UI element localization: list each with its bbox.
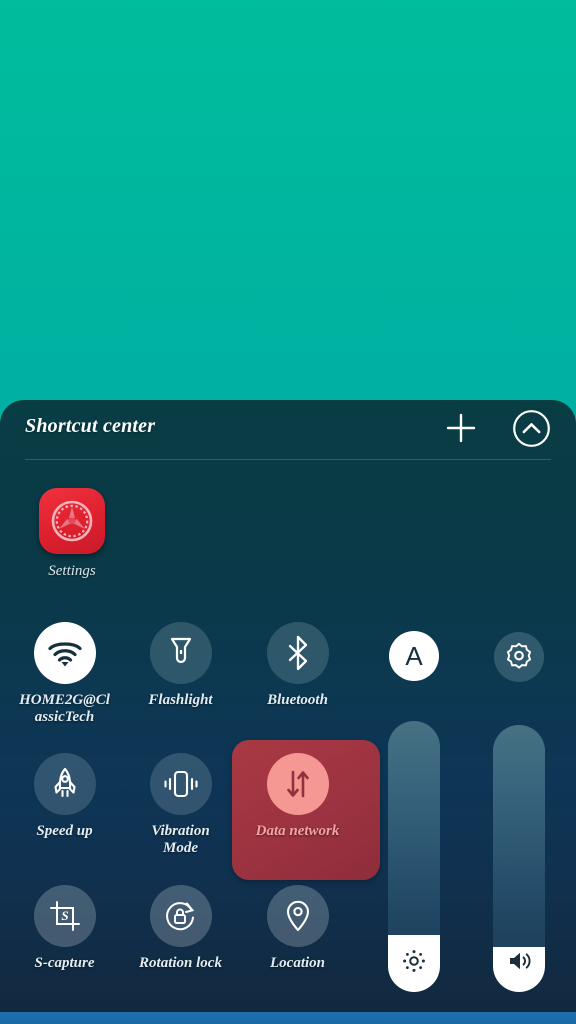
flashlight-icon xyxy=(149,622,212,684)
toggle-bluetooth[interactable]: Bluetooth xyxy=(240,622,355,709)
rocket-icon xyxy=(33,753,96,815)
vibration-label-line1: Vibration xyxy=(151,823,210,839)
panel-divider xyxy=(25,459,551,460)
page-title: Shortcut center xyxy=(25,415,156,437)
gear-icon xyxy=(505,641,533,674)
volume-slider[interactable] xyxy=(493,725,545,992)
toggle-location[interactable]: Location xyxy=(240,885,355,972)
toggle-label-speed-up: Speed up xyxy=(36,823,93,839)
screen-capture-icon: S xyxy=(33,885,96,947)
toggle-label-bluetooth: Bluetooth xyxy=(267,692,328,708)
svg-text:S: S xyxy=(61,908,68,923)
vibration-label-line2: Mode xyxy=(163,839,198,856)
toggle-rotation-lock[interactable]: Rotation lock xyxy=(123,885,238,972)
gear-app-icon xyxy=(39,488,105,554)
wifi-icon xyxy=(33,622,96,684)
add-shortcut-button[interactable] xyxy=(441,408,481,448)
toggle-label-rotation-lock: Rotation lock xyxy=(139,955,222,971)
collapse-panel-button[interactable] xyxy=(512,409,551,448)
toggle-label-wifi: HOME2G@Cl assicTech xyxy=(7,692,122,726)
toggle-speed-up[interactable]: Speed up xyxy=(7,753,122,840)
app-shortcut-settings[interactable]: Settings xyxy=(17,488,127,580)
toggle-wifi[interactable]: HOME2G@Cl assicTech xyxy=(7,622,122,726)
toggle-label-data-network: Data network xyxy=(255,823,340,839)
toggle-flashlight[interactable]: Flashlight xyxy=(123,622,238,709)
app-shortcut-label: Settings xyxy=(48,563,96,579)
brightness-icon xyxy=(402,949,426,992)
data-transfer-icon xyxy=(266,753,329,815)
vibration-icon xyxy=(149,753,212,815)
auto-brightness-button[interactable]: A xyxy=(389,631,439,681)
toggle-label-s-capture: S-capture xyxy=(34,955,95,971)
toggle-label-flashlight: Flashlight xyxy=(148,692,213,708)
toggle-label-vibration-mode: Vibration Mode xyxy=(123,823,238,857)
navigation-bar xyxy=(0,1012,576,1024)
location-pin-icon xyxy=(266,885,329,947)
volume-slider-fill[interactable] xyxy=(493,947,545,992)
toggle-vibration-mode[interactable]: Vibration Mode xyxy=(123,753,238,857)
panel-header: Shortcut center xyxy=(0,400,576,460)
rotation-lock-icon xyxy=(149,885,212,947)
wifi-label-line2: assicTech xyxy=(34,708,95,725)
brightness-slider-fill[interactable] xyxy=(388,935,440,992)
brightness-slider[interactable] xyxy=(388,721,440,992)
toggle-s-capture[interactable]: S S-capture xyxy=(7,885,122,972)
toggle-data-network[interactable]: Data network xyxy=(240,753,355,840)
volume-icon xyxy=(506,949,532,992)
shortcut-center-panel: Shortcut center Settings HOME2G@Cl assic… xyxy=(0,400,576,1012)
auto-brightness-label: A xyxy=(405,640,423,671)
bluetooth-icon xyxy=(266,622,329,684)
wifi-label-line1: HOME2G@Cl xyxy=(19,692,110,708)
toggle-label-location: Location xyxy=(270,955,325,971)
settings-shortcut-button[interactable] xyxy=(494,632,544,682)
